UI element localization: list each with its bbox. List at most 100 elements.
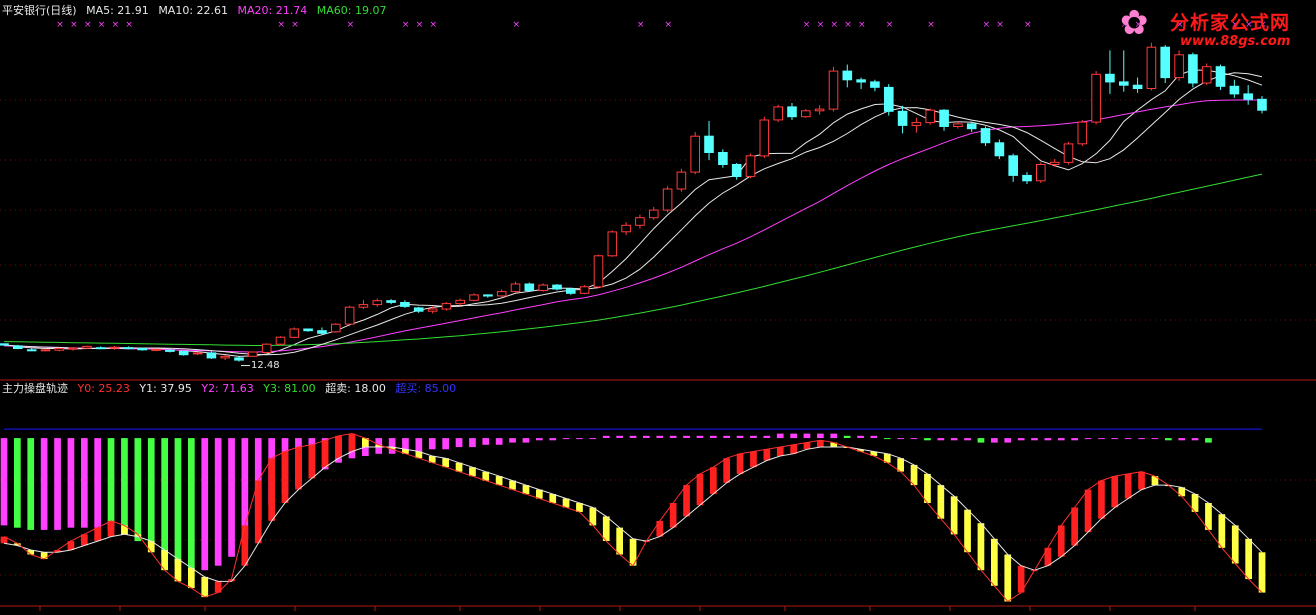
bar-yellow (1245, 538, 1252, 580)
bar-rise (1004, 438, 1012, 443)
bar-fall (1205, 438, 1212, 443)
bar-rise (910, 438, 918, 440)
bar-rise (790, 433, 797, 439)
marker-x: × (665, 20, 673, 30)
candle-down (1105, 73, 1115, 83)
candle-up (344, 306, 355, 325)
candle-up (427, 308, 438, 312)
bar-red (803, 442, 811, 450)
candle-down (1215, 66, 1226, 87)
bar-rise (1057, 438, 1065, 441)
ma20-value: MA20: 21.74 (237, 4, 308, 17)
bar-red (696, 473, 704, 506)
bar-yellow (937, 485, 945, 519)
y0-value: Y0: 25.23 (77, 382, 130, 395)
bar-rise (950, 438, 958, 441)
marker-x: × (291, 20, 299, 30)
bar-rise (455, 438, 463, 448)
candle-up (510, 283, 521, 293)
candle-up (1077, 121, 1088, 145)
candle-up (828, 70, 839, 110)
candle-down (842, 70, 853, 81)
candle-down (303, 328, 313, 332)
candle-up (635, 217, 645, 226)
candle-down (413, 307, 424, 312)
bar-fall (27, 438, 35, 530)
chart-canvas[interactable]: × × × × × × × × × × × × × × × × × × × × × × × × × × × × × × × (0, 0, 1316, 615)
marker-x: × (983, 20, 991, 30)
bar-rise (228, 438, 235, 557)
bar-rise (656, 435, 664, 438)
bar-rise (817, 433, 824, 439)
bar-rise (0, 438, 8, 526)
candle-up (676, 171, 687, 190)
bar-rise (629, 435, 637, 438)
candle-up (579, 286, 590, 294)
bar-yellow (964, 509, 971, 553)
bar-rise (1191, 438, 1199, 441)
bar-yellow (442, 458, 449, 468)
candle-up (40, 349, 51, 352)
marker-x: × (84, 20, 92, 30)
bar-rise (536, 438, 543, 441)
min-price-label: 12.48 (251, 359, 280, 371)
ma5-value: MA5: 21.91 (86, 4, 149, 17)
bar-rise (509, 438, 516, 443)
line-ma5 (3, 69, 1263, 357)
bar-rise (1178, 438, 1186, 441)
candle-up (455, 299, 465, 305)
bar-rise (616, 435, 623, 438)
bar-red (1138, 471, 1145, 490)
candle-down (1257, 98, 1267, 111)
candle-up (358, 304, 369, 308)
candle-down (552, 284, 562, 290)
candle-down (870, 81, 880, 88)
candle-down (566, 288, 576, 294)
marker-x: × (98, 20, 106, 30)
candle-down (0, 343, 9, 346)
bar-yellow (495, 476, 503, 486)
candle-up (220, 355, 230, 359)
bar-yellow (1218, 514, 1226, 548)
bar-fall (977, 438, 985, 443)
candle-down (165, 349, 175, 352)
bar-red (1044, 547, 1052, 566)
overbought-value: 超买: 85.00 (395, 382, 457, 395)
bar-red (656, 520, 664, 537)
bar-rise (428, 438, 436, 450)
candle-up (814, 108, 825, 112)
y2-value: Y2: 71.63 (201, 382, 254, 395)
bar-rise (991, 438, 998, 443)
candle-down (234, 357, 244, 361)
candle-up (1174, 54, 1184, 79)
bar-rise (1071, 438, 1078, 441)
candle-up (690, 135, 701, 173)
bar-yellow (991, 538, 998, 586)
candle-up (248, 351, 258, 357)
bar-red (1071, 507, 1078, 546)
bar-rise (415, 438, 423, 452)
bar-rise (1098, 438, 1105, 440)
bar-rise (1124, 438, 1132, 440)
bar-fall (134, 438, 142, 542)
price-legend: 平安银行(日线) MA5: 21.91 MA10: 22.61 MA20: 21… (2, 4, 392, 18)
bar-rise (937, 438, 945, 441)
bar-red (763, 449, 771, 461)
candle-down (1243, 93, 1254, 100)
candle-down (994, 142, 1005, 157)
bar-rise (750, 435, 757, 438)
candle-down (884, 86, 894, 112)
chart-window[interactable]: × × × × × × × × × × × × × × × × × × × × × × × × × × × × × × × 平安银行(日线)… (0, 0, 1316, 615)
candle-up (773, 106, 784, 121)
candle-down (787, 106, 797, 118)
flower-icon: ✿ (1120, 3, 1149, 43)
marker-x: × (858, 20, 866, 30)
bar-rise (723, 435, 730, 438)
bar-rise (1111, 438, 1119, 440)
bar-red (1098, 480, 1105, 519)
bar-yellow (924, 473, 931, 503)
marker-x: × (996, 20, 1004, 30)
indicator-title: 主力操盘轨迹 (2, 382, 68, 395)
bar-rise (549, 438, 557, 441)
bar-red (1111, 476, 1119, 508)
